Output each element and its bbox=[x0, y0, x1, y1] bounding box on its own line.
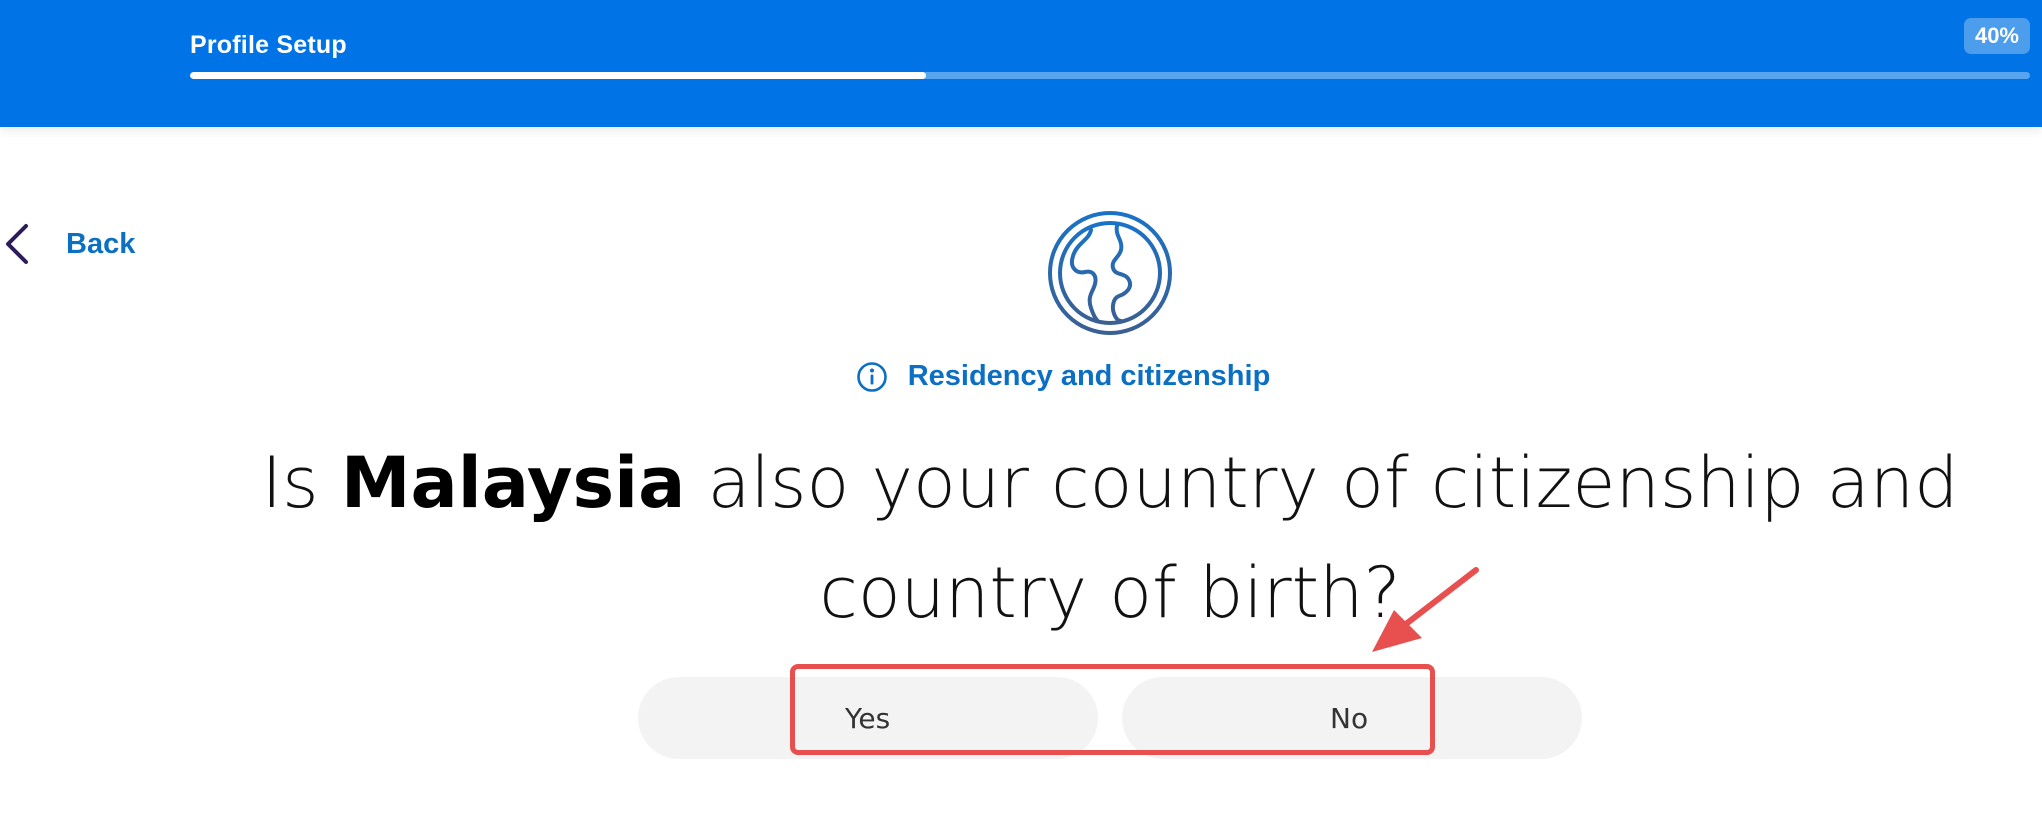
progress-bar-fill bbox=[190, 72, 926, 79]
back-button[interactable]: Back bbox=[0, 222, 135, 266]
question-suffix: also your country of citizenship and cou… bbox=[685, 442, 1959, 634]
question-prefix: Is bbox=[261, 442, 341, 524]
progress-percent-badge: 40% bbox=[1963, 18, 2030, 54]
yes-button[interactable]: Yes bbox=[638, 677, 1098, 759]
back-label: Back bbox=[66, 227, 136, 260]
globe-icon bbox=[1048, 211, 1172, 335]
info-icon[interactable] bbox=[856, 361, 888, 393]
progress-header: Profile Setup 40% bbox=[0, 0, 2042, 127]
question-text: Is Malaysia also your country of citizen… bbox=[230, 428, 1990, 648]
section-heading: Residency and citizenship bbox=[0, 360, 2042, 393]
question-country: Malaysia bbox=[340, 442, 686, 524]
chevron-left-icon bbox=[6, 224, 28, 264]
no-button[interactable]: No bbox=[1122, 677, 1582, 759]
progress-bar bbox=[190, 72, 2030, 79]
section-label: Residency and citizenship bbox=[907, 360, 1271, 392]
page-title: Profile Setup bbox=[190, 31, 347, 59]
